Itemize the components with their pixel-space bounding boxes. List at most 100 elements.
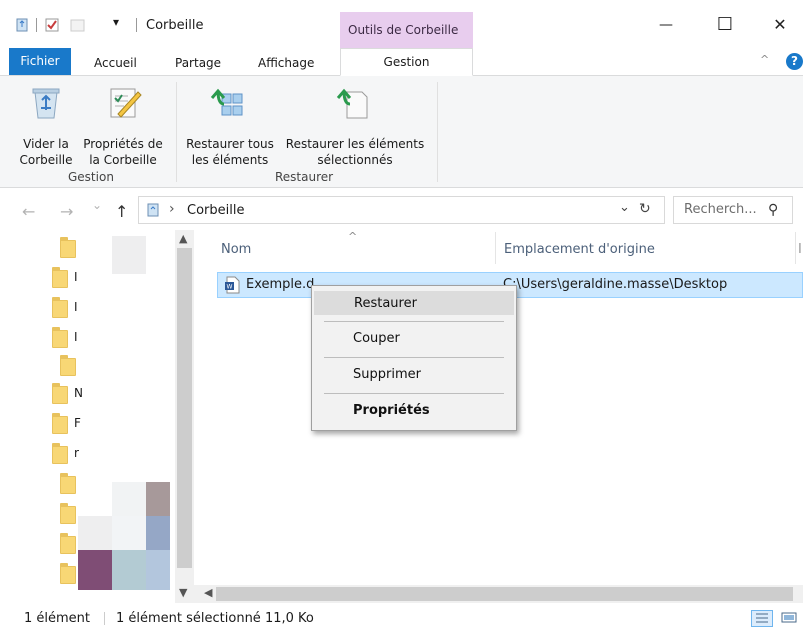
new-folder-icon[interactable] [70, 17, 86, 33]
tab-file[interactable]: Fichier [9, 48, 71, 75]
properties-check-icon[interactable] [44, 17, 60, 33]
folder-icon[interactable] [52, 383, 68, 404]
recycle-bin-small-icon[interactable] [14, 17, 30, 33]
tab-home[interactable]: Accueil [94, 52, 137, 74]
address-dropdown-icon[interactable]: ⌄ [619, 200, 630, 215]
collapse-ribbon-icon[interactable]: ^ [760, 53, 769, 66]
scroll-down-icon[interactable]: ▼ [179, 586, 187, 599]
folder-icon[interactable] [52, 443, 68, 464]
address-box[interactable]: › Corbeille ⌄ ↻ [138, 196, 665, 224]
empty-recycle-bin-button[interactable]: Vider la Corbeille [14, 82, 78, 167]
scroll-up-icon[interactable]: ▲ [179, 232, 187, 245]
breadcrumb-separator-icon[interactable]: › [169, 201, 175, 217]
menu-item-properties[interactable]: Propriétés [314, 399, 514, 423]
menu-item-restore[interactable]: Restaurer [314, 291, 514, 315]
folder-icon[interactable] [60, 533, 76, 554]
tab-share[interactable]: Partage [175, 52, 221, 74]
folder-icon[interactable] [52, 413, 68, 434]
menu-item-cut[interactable]: Couper [314, 327, 514, 351]
folder-icon[interactable] [52, 297, 68, 318]
folder-icon[interactable] [52, 327, 68, 348]
context-tab-header: Outils de Corbeille [340, 12, 473, 48]
search-placeholder: Recherch... [684, 202, 757, 217]
group-separator [437, 82, 438, 182]
nav-item-label[interactable]: I [74, 270, 78, 284]
column-header-name[interactable]: Nom [221, 242, 251, 257]
restore-selected-icon [336, 86, 370, 124]
column-separator[interactable] [495, 232, 496, 264]
restore-all-icon [210, 86, 244, 124]
redacted-block [112, 236, 146, 274]
redacted-block [78, 550, 112, 590]
details-view-icon[interactable] [751, 610, 773, 627]
word-document-icon: W [224, 276, 240, 297]
horizontal-scrollbar[interactable]: ◀ [194, 585, 803, 603]
folder-icon[interactable] [52, 267, 68, 288]
up-button[interactable]: ↑ [115, 202, 128, 221]
forward-button[interactable]: → [60, 202, 73, 221]
empty-bin-label-2: Corbeille [19, 153, 73, 167]
search-input[interactable]: Recherch... ⚲ [673, 196, 793, 224]
column-header-more[interactable]: I [798, 242, 802, 257]
bin-props-label-1: Propriétés de [83, 137, 163, 151]
nav-item-label[interactable]: I [74, 300, 78, 314]
close-button[interactable]: ✕ [757, 10, 803, 40]
tab-view[interactable]: Affichage [258, 52, 314, 74]
properties-icon [108, 86, 142, 124]
nav-item-label[interactable]: I [74, 330, 78, 344]
maximize-button[interactable]: ☐ [702, 10, 748, 40]
back-button[interactable]: ← [22, 202, 35, 221]
redacted-block [112, 516, 146, 550]
ribbon-tabs: Fichier Accueil Partage Affichage Gestio… [0, 48, 803, 76]
qat-dropdown-icon[interactable]: ▾ [113, 15, 129, 31]
horizontal-scrollbar-thumb[interactable] [216, 587, 793, 601]
file-name: Exemple.d [246, 277, 315, 292]
folder-icon[interactable] [60, 503, 76, 524]
minimize-button[interactable]: — [643, 10, 689, 40]
group-label-restore: Restaurer [275, 170, 334, 184]
redacted-block [112, 482, 146, 516]
group-separator [176, 82, 177, 182]
context-tab-header-label: Outils de Corbeille [348, 23, 459, 37]
nav-item-label[interactable]: r [74, 446, 79, 460]
window-title: Corbeille [146, 18, 204, 33]
sort-indicator-icon: ^ [348, 230, 358, 243]
context-menu: Restaurer Couper Supprimer Propriétés [311, 285, 517, 431]
search-icon[interactable]: ⚲ [768, 197, 778, 223]
status-item-count: 1 élément [24, 611, 91, 626]
folder-icon[interactable] [60, 237, 76, 258]
restore-all-button[interactable]: Restaurer tous les éléments [182, 82, 278, 167]
help-icon[interactable]: ? [786, 53, 803, 70]
folder-icon[interactable] [60, 563, 76, 584]
title-bar: ▾ Corbeille Outils de Corbeille — ☐ ✕ [0, 0, 803, 48]
group-label-manage: Gestion [68, 170, 114, 184]
separator [36, 18, 37, 32]
breadcrumb-location[interactable]: Corbeille [187, 203, 244, 218]
recent-locations-button[interactable]: ⌄ [92, 198, 102, 212]
folder-icon[interactable] [60, 473, 76, 494]
tab-manage[interactable]: Gestion [340, 48, 473, 76]
ribbon: Vider la Corbeille Propriétés de la Corb… [0, 76, 803, 188]
nav-item-label[interactable]: N [74, 386, 83, 400]
status-selection: 1 élément sélectionné 11,0 Ko [116, 611, 314, 626]
status-bar: 1 élément 1 élément sélectionné 11,0 Ko [0, 606, 803, 629]
separator [136, 18, 137, 32]
restore-selected-button[interactable]: Restaurer les éléments sélectionnés [280, 82, 430, 167]
menu-item-delete[interactable]: Supprimer [314, 363, 514, 387]
column-header-location[interactable]: Emplacement d'origine [504, 242, 655, 257]
redacted-block [146, 516, 170, 550]
refresh-icon[interactable]: ↻ [639, 201, 651, 217]
redacted-block [112, 550, 146, 590]
status-separator [104, 612, 105, 625]
large-icons-view-icon[interactable] [779, 610, 799, 627]
nav-scrollbar-thumb[interactable] [177, 248, 192, 568]
recycle-bin-properties-button[interactable]: Propriétés de la Corbeille [78, 82, 168, 167]
empty-bin-label-1: Vider la [23, 137, 69, 151]
nav-item-label[interactable]: F [74, 416, 81, 430]
file-location: C:\Users\geraldine.masse\Desktop [503, 277, 728, 292]
scroll-left-icon[interactable]: ◀ [204, 586, 212, 599]
restore-sel-label-1: Restaurer les éléments [285, 137, 425, 151]
nav-scrollbar[interactable]: ▲ ▼ [175, 230, 194, 603]
column-separator[interactable] [795, 232, 796, 264]
folder-icon[interactable] [60, 355, 76, 376]
